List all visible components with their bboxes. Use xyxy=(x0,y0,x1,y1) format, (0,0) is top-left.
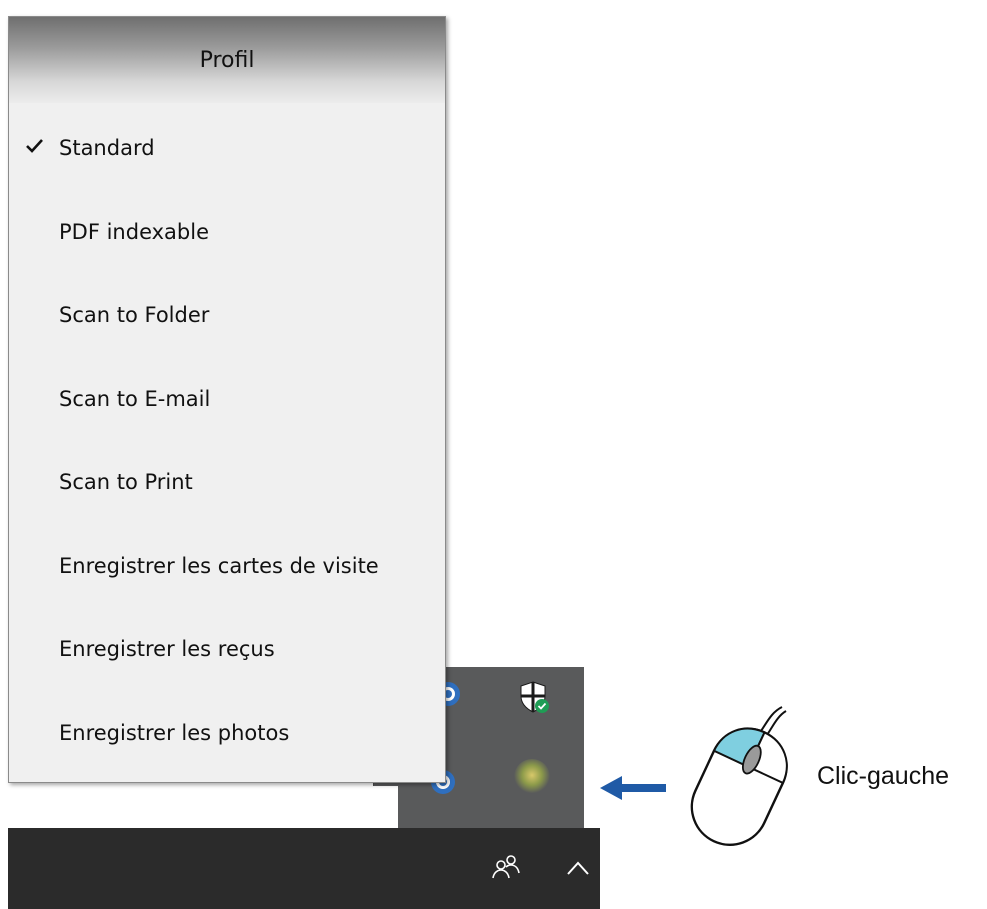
people-icon[interactable] xyxy=(488,850,524,886)
menu-item-label: Scan to Print xyxy=(59,470,193,494)
menu-item-photos[interactable]: Enregistrer les photos xyxy=(9,692,445,774)
menu-item-pdf-indexable[interactable]: PDF indexable xyxy=(9,191,445,273)
checkmark-icon xyxy=(23,134,47,158)
menu-item-scan-to-print[interactable]: Scan to Print xyxy=(9,441,445,523)
menu-item-scan-to-folder[interactable]: Scan to Folder xyxy=(9,274,445,356)
mouse-left-click-icon xyxy=(678,705,804,865)
screen: Profil Standard PDF indexable Scan to Fo… xyxy=(0,0,987,909)
menu-item-standard[interactable]: Standard xyxy=(9,107,445,189)
menu-item-label: Enregistrer les cartes de visite xyxy=(59,554,379,578)
windows-security-icon[interactable] xyxy=(515,679,551,715)
menu-item-scan-to-email[interactable]: Scan to E-mail xyxy=(9,358,445,440)
mouse-caption: Clic-gauche xyxy=(817,762,950,790)
menu-header: Profil xyxy=(9,17,445,103)
blurred-app-icon[interactable] xyxy=(512,757,550,795)
menu-item-label: PDF indexable xyxy=(59,220,209,244)
left-arrow-icon xyxy=(598,776,668,800)
menu-item-receipts[interactable]: Enregistrer les reçus xyxy=(9,608,445,690)
profile-context-menu: Profil Standard PDF indexable Scan to Fo… xyxy=(8,16,446,783)
taskbar xyxy=(8,828,600,909)
menu-item-label: Standard xyxy=(59,136,155,160)
menu-header-title: Profil xyxy=(199,47,255,73)
tray-flyout-gap xyxy=(373,786,398,828)
menu-item-business-cards[interactable]: Enregistrer les cartes de visite xyxy=(9,525,445,607)
chevron-up-icon[interactable] xyxy=(560,850,596,886)
menu-item-label: Enregistrer les photos xyxy=(59,721,290,745)
menu-item-label: Enregistrer les reçus xyxy=(59,637,275,661)
menu-item-label: Scan to Folder xyxy=(59,303,210,327)
menu-item-label: Scan to E-mail xyxy=(59,387,211,411)
